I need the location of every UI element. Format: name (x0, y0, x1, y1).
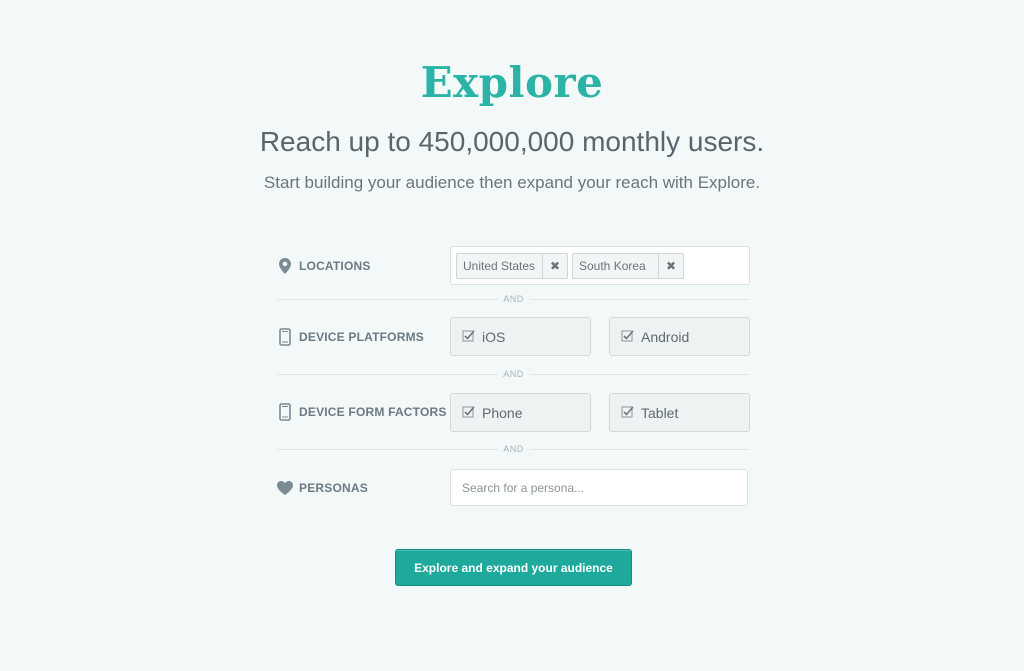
location-tag: United States ✖ (456, 253, 568, 279)
map-pin-icon (277, 257, 293, 275)
and-divider-label: AND (497, 369, 530, 379)
remove-tag-icon[interactable]: ✖ (658, 254, 683, 278)
personas-label: PERSONAS (277, 479, 368, 497)
tablet-checkbox-label: Tablet (641, 404, 679, 421)
and-divider-label: AND (497, 444, 530, 454)
device-form-factors-label-text: DEVICE FORM FACTORS (299, 405, 447, 419)
and-divider-label: AND (497, 294, 530, 304)
ios-checkbox[interactable]: iOS (450, 317, 591, 356)
location-tag-label: South Korea (579, 259, 646, 273)
and-divider: AND (277, 369, 750, 379)
checkbox-checked-icon (621, 405, 635, 420)
mobile-device-icon (277, 328, 293, 346)
personas-label-text: PERSONAS (299, 481, 368, 495)
checkbox-checked-icon (462, 329, 476, 344)
location-tag-label: United States (463, 259, 536, 273)
locations-tag-input[interactable]: United States ✖ South Korea ✖ (450, 246, 750, 285)
mobile-device-icon (277, 403, 293, 421)
explore-expand-button[interactable]: Explore and expand your audience (395, 549, 632, 586)
and-divider: AND (277, 294, 750, 304)
android-checkbox-label: Android (641, 328, 690, 345)
device-platforms-label-text: DEVICE PLATFORMS (299, 330, 424, 344)
headline: Reach up to 450,000,000 monthly users. (259, 126, 765, 157)
tablet-checkbox[interactable]: Tablet (609, 393, 750, 432)
phone-checkbox-label: Phone (482, 404, 523, 421)
heart-icon (277, 479, 293, 497)
remove-tag-icon[interactable]: ✖ (542, 254, 567, 278)
phone-checkbox[interactable]: Phone (450, 393, 591, 432)
locations-label-text: LOCATIONS (299, 259, 371, 273)
page-title: Explore (420, 58, 604, 107)
device-platforms-label: DEVICE PLATFORMS (277, 328, 424, 346)
subheadline: Start building your audience then expand… (263, 173, 761, 192)
android-checkbox[interactable]: Android (609, 317, 750, 356)
location-tag: South Korea ✖ (572, 253, 684, 279)
device-form-factors-label: DEVICE FORM FACTORS (277, 403, 447, 421)
locations-label: LOCATIONS (277, 257, 371, 275)
checkbox-checked-icon (621, 329, 635, 344)
persona-search-input[interactable] (450, 469, 748, 506)
checkbox-checked-icon (462, 405, 476, 420)
ios-checkbox-label: iOS (482, 328, 506, 345)
and-divider: AND (277, 444, 750, 454)
